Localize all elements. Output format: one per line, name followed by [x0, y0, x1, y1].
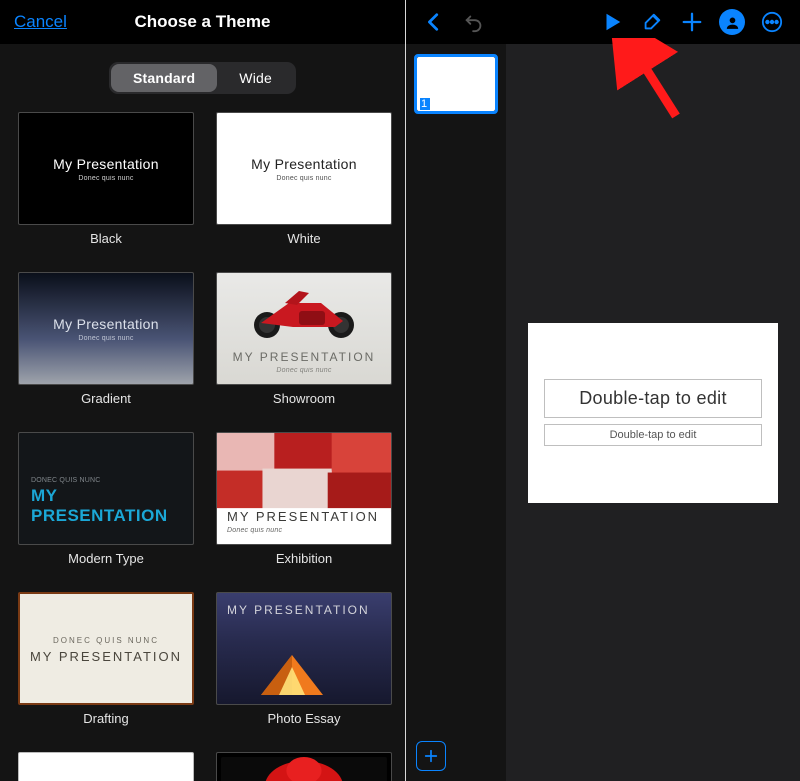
theme-cell-photo-essay: MY PRESENTATION Photo Essay	[216, 592, 392, 746]
undo-icon	[463, 11, 485, 33]
play-icon	[601, 11, 623, 33]
nav-bar: Cancel Choose a Theme	[0, 0, 405, 44]
theme-label: White	[287, 225, 320, 254]
paintbrush-icon	[641, 11, 663, 33]
slide-navigator: 1	[406, 44, 506, 781]
aspect-segmented-control: Standard Wide	[0, 44, 405, 104]
theme-thumb-showroom[interactable]: MY PRESENTATION Donec quis nunc	[216, 272, 392, 385]
add-slide-button[interactable]	[416, 741, 446, 771]
plus-icon	[681, 11, 703, 33]
play-button[interactable]	[592, 2, 632, 42]
more-button[interactable]	[752, 2, 792, 42]
motorcycle-image	[217, 283, 391, 339]
theme-thumb-modern-type[interactable]: DONEC QUIS NUNC MY PRESENTATION	[18, 432, 194, 545]
subtitle-placeholder[interactable]: Double-tap to edit	[544, 424, 762, 446]
editor-toolbar	[406, 0, 800, 44]
theme-label: Modern Type	[68, 545, 144, 574]
format-button[interactable]	[632, 2, 672, 42]
theme-thumb-photo-essay[interactable]: MY PRESENTATION	[216, 592, 392, 705]
thumb-title: MY PRESENTATION	[30, 649, 182, 664]
undo-button[interactable]	[454, 2, 494, 42]
theme-cell-partial-2	[216, 752, 392, 781]
thumb-subtitle: Donec quis nunc	[276, 367, 331, 374]
parrot-image	[221, 757, 387, 781]
slide-number: 1	[420, 98, 430, 110]
plus-icon	[423, 748, 439, 764]
thumb-title: My Presentation	[53, 316, 159, 332]
collaborate-button[interactable]	[712, 2, 752, 42]
theme-cell-black: My Presentation Donec quis nunc Black	[18, 112, 194, 266]
theme-thumb-black[interactable]: My Presentation Donec quis nunc	[18, 112, 194, 225]
theme-thumb-gradient[interactable]: My Presentation Donec quis nunc	[18, 272, 194, 385]
thumb-subtitle: Donec quis nunc	[227, 527, 282, 534]
title-placeholder[interactable]: Double-tap to edit	[544, 379, 762, 418]
thumb-title: MY PRESENTATION	[31, 486, 181, 526]
theme-grid: My Presentation Donec quis nunc Black My…	[0, 104, 405, 781]
chevron-left-icon	[423, 11, 445, 33]
thumb-title: MY PRESENTATION	[233, 350, 376, 364]
tab-wide[interactable]: Wide	[217, 64, 294, 92]
theme-cell-drafting: DONEC QUIS NUNC MY PRESENTATION Drafting	[18, 592, 194, 746]
theme-label: Exhibition	[276, 545, 332, 574]
thumb-title: My Presentation	[251, 156, 357, 172]
theme-chooser-screen: Cancel Choose a Theme Standard Wide My P…	[0, 0, 406, 781]
theme-cell-exhibition: MY PRESENTATION Donec quis nunc Exhibiti…	[216, 432, 392, 586]
theme-thumb-drafting[interactable]: DONEC QUIS NUNC MY PRESENTATION	[18, 592, 194, 705]
cancel-button[interactable]: Cancel	[14, 12, 67, 32]
theme-label: Photo Essay	[268, 705, 341, 734]
theme-label: Showroom	[273, 385, 335, 414]
theme-thumb-partial[interactable]	[216, 752, 392, 781]
theme-thumb-white[interactable]: My Presentation Donec quis nunc	[216, 112, 392, 225]
editor-body: 1 Double-tap to edit Double-tap to edit	[406, 44, 800, 781]
theme-cell-showroom: MY PRESENTATION Donec quis nunc Showroom	[216, 272, 392, 426]
thumb-title: MY PRESENTATION	[227, 509, 379, 524]
thumb-subtitle: DONEC QUIS NUNC	[53, 636, 159, 645]
theme-cell-white: My Presentation Donec quis nunc White	[216, 112, 392, 266]
theme-cell-partial-1	[18, 752, 194, 781]
thumb-subtitle: Donec quis nunc	[78, 175, 133, 182]
theme-cell-gradient: My Presentation Donec quis nunc Gradient	[18, 272, 194, 426]
theme-cell-modern-type: DONEC QUIS NUNC MY PRESENTATION Modern T…	[18, 432, 194, 586]
theme-label: Black	[90, 225, 122, 254]
current-slide: Double-tap to edit Double-tap to edit	[528, 323, 778, 503]
theme-label: Gradient	[81, 385, 131, 414]
slide-thumbnail-1[interactable]: 1	[414, 54, 498, 114]
thumb-subtitle: DONEC QUIS NUNC	[31, 477, 101, 484]
theme-thumb-partial[interactable]	[18, 752, 194, 781]
thumb-subtitle: Donec quis nunc	[78, 335, 133, 342]
ellipsis-circle-icon	[761, 11, 783, 33]
slide-canvas[interactable]: Double-tap to edit Double-tap to edit	[506, 44, 800, 781]
insert-button[interactable]	[672, 2, 712, 42]
thumb-subtitle: Donec quis nunc	[276, 175, 331, 182]
thumb-title: MY PRESENTATION	[227, 603, 370, 617]
back-button[interactable]	[414, 2, 454, 42]
theme-thumb-exhibition[interactable]: MY PRESENTATION Donec quis nunc	[216, 432, 392, 545]
person-circle-icon	[719, 9, 745, 35]
editor-screen: 1 Double-tap to edit Double-tap to edit	[406, 0, 800, 781]
thumb-title: My Presentation	[53, 156, 159, 172]
tab-standard[interactable]: Standard	[111, 64, 217, 92]
tent-image	[257, 653, 327, 698]
theme-label: Drafting	[83, 705, 129, 734]
